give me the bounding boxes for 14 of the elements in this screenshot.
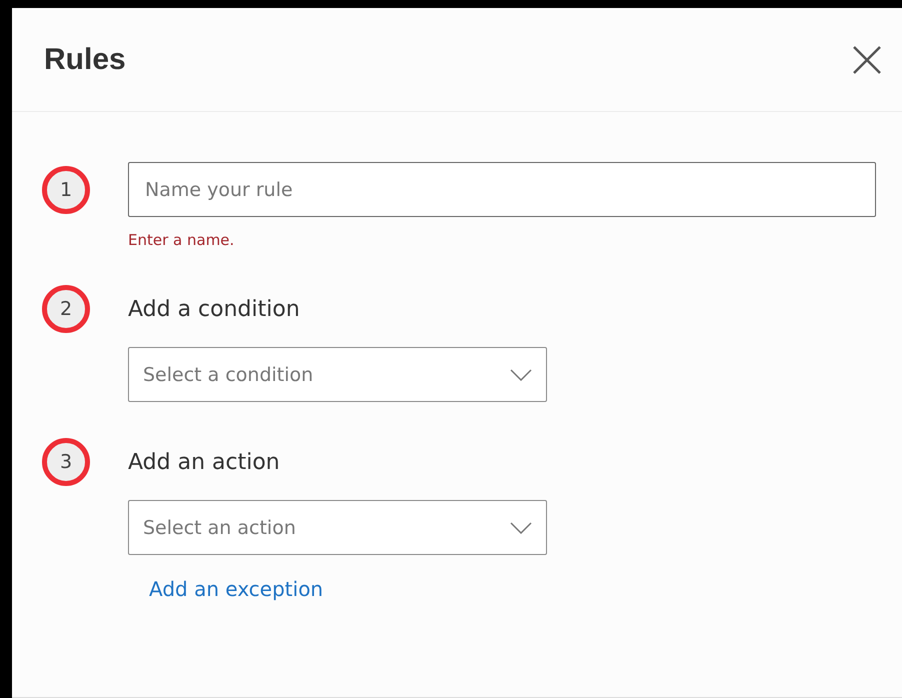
- close-icon: [852, 44, 882, 74]
- step-number: 3: [42, 438, 90, 486]
- error-message: Enter a name.: [128, 231, 236, 249]
- step-number: 2: [42, 285, 90, 333]
- chevron-down-icon: [510, 522, 532, 534]
- rule-name-field[interactable]: Name your rule: [128, 162, 876, 217]
- dropdown[interactable]: Select a condition: [128, 347, 547, 402]
- add-exception-link[interactable]: Add an exception: [149, 577, 324, 601]
- dropdown[interactable]: Select an action: [128, 500, 547, 555]
- dialog-title: Rules: [44, 42, 126, 76]
- step-heading: Add a condition: [128, 296, 301, 322]
- chevron-down-icon: [510, 368, 532, 380]
- step-number: 1: [42, 166, 90, 214]
- step-heading: Add an action: [128, 450, 281, 474]
